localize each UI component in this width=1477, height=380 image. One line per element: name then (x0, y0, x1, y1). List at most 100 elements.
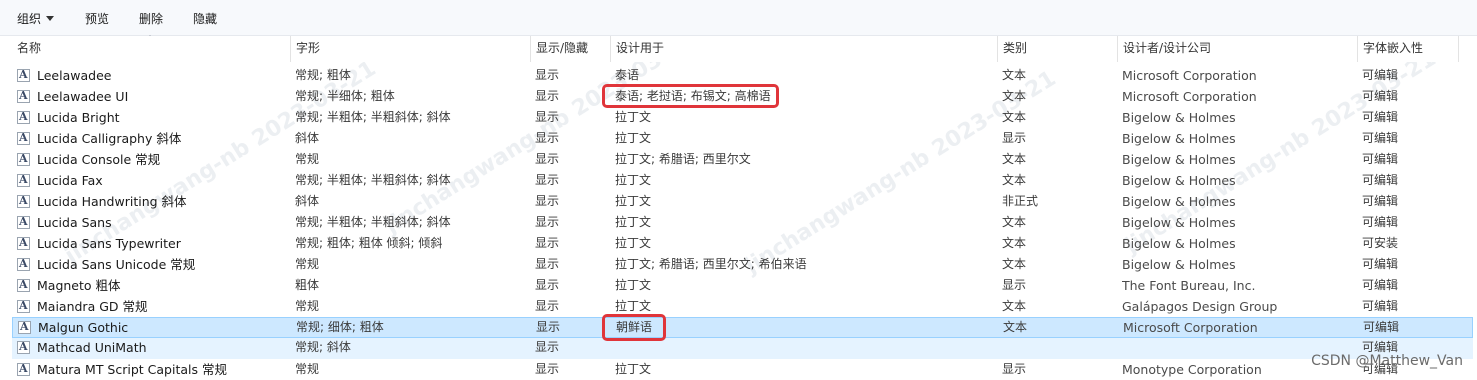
font-designed-for: 拉丁文 (615, 299, 652, 313)
font-category (1002, 337, 1112, 358)
font-category: 文本 (1003, 320, 1028, 334)
table-row[interactable]: A Lucida Sans Typewriter 常规; 粗体; 粗体 倾斜; … (0, 233, 1477, 254)
font-category: 文本 (1002, 173, 1027, 187)
font-styles: 常规; 半粗体; 半粗斜体; 斜体 (295, 215, 451, 229)
font-designed-for: 拉丁文 (615, 236, 652, 250)
font-styles: 常规; 半粗体; 半粗斜体; 斜体 (295, 110, 451, 124)
font-visibility: 显示 (535, 215, 560, 229)
font-visibility: 显示 (535, 89, 560, 103)
organize-menu-button[interactable]: 组织 (17, 11, 41, 27)
font-styles: 常规 (295, 257, 320, 271)
column-header-embeddability[interactable]: 字体嵌入性 (1358, 36, 1458, 62)
font-designed-for: 拉丁文 (615, 215, 652, 229)
font-designer: Bigelow & Holmes (1122, 194, 1236, 209)
font-designer: Bigelow & Holmes (1122, 215, 1236, 230)
preview-button[interactable]: 预览 (85, 11, 109, 27)
font-name: Mathcad UniMath (37, 340, 147, 355)
font-name: Lucida Fax (37, 173, 103, 188)
font-visibility: 显示 (535, 299, 560, 313)
table-row[interactable]: A Lucida Handwriting 斜体 斜体 显示 拉丁文 非正式 Bi… (0, 191, 1477, 212)
font-visibility: 显示 (535, 340, 560, 354)
table-row[interactable]: A Lucida Sans 常规; 半粗体; 半粗斜体; 斜体 显示 拉丁文 文… (0, 212, 1477, 233)
table-row-hover[interactable]: A Mathcad UniMath 常规; 斜体 显示 可编辑 (12, 338, 1473, 359)
font-styles: 粗体 (295, 278, 320, 292)
column-header-designer[interactable]: 设计者/设计公司 (1118, 36, 1357, 62)
font-styles: 斜体 (295, 194, 320, 208)
chevron-down-icon[interactable] (46, 16, 54, 21)
font-visibility: 显示 (535, 173, 560, 187)
font-file-icon: A (17, 110, 30, 124)
table-row[interactable]: A Lucida Console 常规 常规 显示 拉丁文; 希腊语; 西里尔文… (0, 149, 1477, 170)
font-designer: The Font Bureau, Inc. (1122, 278, 1256, 293)
font-file-icon: A (17, 89, 30, 103)
font-category: 文本 (1002, 257, 1027, 271)
font-styles: 常规 (295, 299, 320, 313)
font-styles: 斜体 (295, 131, 320, 145)
font-embeddability: 可安装 (1362, 236, 1399, 250)
font-designed-for: 拉丁文 (615, 110, 652, 124)
font-category: 文本 (1002, 236, 1027, 250)
font-embeddability: 可编辑 (1362, 152, 1399, 166)
table-row-selected[interactable]: A Malgun Gothic 常规; 细体; 粗体 显示 朝鲜语 文本 Mic… (12, 317, 1473, 338)
font-category: 文本 (1002, 215, 1027, 229)
font-name: Magneto 粗体 (37, 278, 121, 293)
hide-button[interactable]: 隐藏 (193, 11, 217, 27)
font-file-icon: A (17, 152, 30, 166)
column-header-name[interactable]: 名称 (12, 36, 290, 62)
font-embeddability: 可编辑 (1362, 194, 1399, 208)
font-designer: Bigelow & Holmes (1122, 152, 1236, 167)
font-category: 文本 (1002, 152, 1027, 166)
font-file-icon: A (17, 278, 30, 292)
font-designed-for: 泰语 (615, 68, 640, 82)
font-name: Lucida Sans Typewriter (37, 236, 181, 251)
font-file-icon: A (17, 68, 30, 82)
font-category: 文本 (1002, 89, 1027, 103)
font-embeddability: 可编辑 (1362, 68, 1399, 82)
font-name: Lucida Handwriting 斜体 (37, 194, 187, 209)
table-row[interactable]: A Maiandra GD 常规 常规 显示 拉丁文 文本 Galápagos … (0, 296, 1477, 317)
column-header-style[interactable]: 字形 (291, 36, 530, 62)
table-row[interactable]: A Leelawadee 常规; 粗体 显示 泰语 文本 Microsoft C… (0, 65, 1477, 86)
font-category: 显示 (1002, 278, 1027, 292)
font-visibility: 显示 (535, 278, 560, 292)
font-name: Lucida Sans (37, 215, 112, 230)
table-row[interactable]: A Lucida Calligraphy 斜体 斜体 显示 拉丁文 显示 Big… (0, 128, 1477, 149)
font-file-icon: A (17, 173, 30, 187)
font-visibility: 显示 (535, 236, 560, 250)
table-row[interactable]: A Lucida Sans Unicode 常规 常规 显示 拉丁文; 希腊语;… (0, 254, 1477, 275)
table-row[interactable]: A Magneto 粗体 粗体 显示 拉丁文 显示 The Font Burea… (0, 275, 1477, 296)
font-designer: Bigelow & Holmes (1122, 173, 1236, 188)
font-designer: Galápagos Design Group (1122, 299, 1278, 314)
highlight-box (602, 84, 779, 108)
column-header-category[interactable]: 类别 (998, 36, 1117, 62)
column-header-designed-for[interactable]: 设计用于 (611, 36, 997, 62)
font-embeddability: 可编辑 (1362, 257, 1399, 271)
font-name: Lucida Sans Unicode 常规 (37, 257, 196, 272)
font-name: Leelawadee (37, 68, 112, 83)
font-embeddability: 可编辑 (1362, 131, 1399, 145)
delete-button[interactable]: 删除 (139, 11, 163, 27)
column-header: 名称 字形 显示/隐藏 设计用于 类别 设计者/设计公司 字体嵌入性 (0, 36, 1477, 62)
column-divider[interactable] (1458, 36, 1459, 62)
font-designer: Microsoft Corporation (1123, 320, 1258, 335)
font-designer: Microsoft Corporation (1122, 89, 1257, 104)
column-header-visibility[interactable]: 显示/隐藏 (531, 36, 610, 62)
font-designed-for: 拉丁文; 希腊语; 西里尔文 (615, 152, 751, 166)
font-designed-for: 拉丁文 (615, 278, 652, 292)
font-name: Leelawadee UI (37, 89, 129, 104)
font-designer: Microsoft Corporation (1122, 68, 1257, 83)
font-category: 显示 (1002, 131, 1027, 145)
font-designed-for: 朝鲜语 (616, 320, 653, 334)
font-category: 文本 (1002, 110, 1027, 124)
font-category: 文本 (1002, 68, 1027, 82)
table-row[interactable]: A Lucida Fax 常规; 半粗体; 半粗斜体; 斜体 显示 拉丁文 文本… (0, 170, 1477, 191)
table-row[interactable]: A Lucida Bright 常规; 半粗体; 半粗斜体; 斜体 显示 拉丁文… (0, 107, 1477, 128)
font-file-icon: A (17, 362, 30, 376)
font-file-icon: A (17, 215, 30, 229)
font-designer: Bigelow & Holmes (1122, 236, 1236, 251)
font-visibility: 显示 (535, 194, 560, 208)
font-styles: 常规; 斜体 (295, 340, 351, 354)
font-styles: 常规 (295, 152, 320, 166)
font-visibility: 显示 (535, 68, 560, 82)
font-designer: Bigelow & Holmes (1122, 131, 1236, 146)
